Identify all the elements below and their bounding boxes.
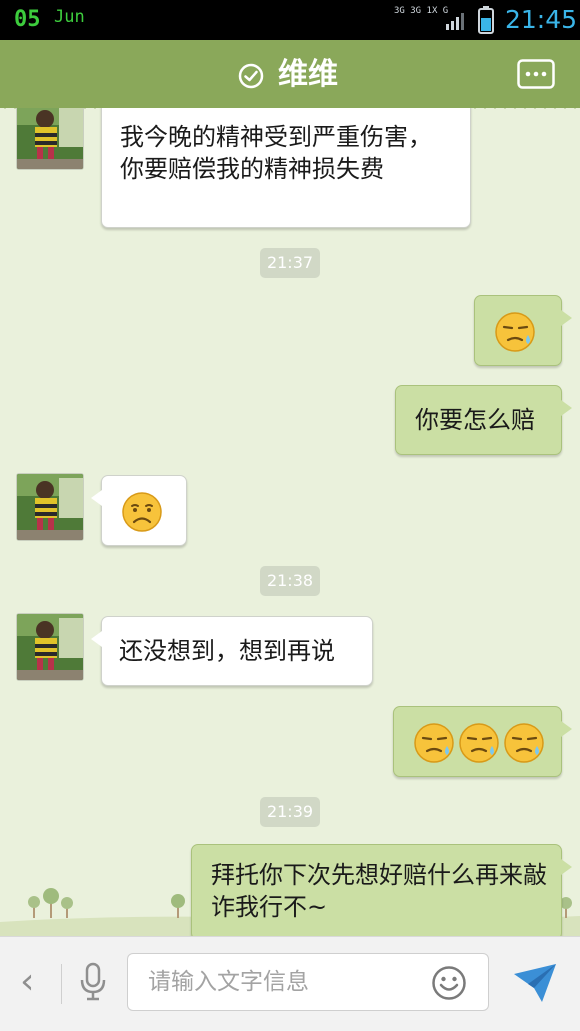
chevron-left-icon[interactable]: ‹ [20,962,34,1002]
message-bubble-incoming[interactable] [91,475,187,546]
sweat-cry-face-icon [459,723,499,763]
bubble-tail [561,859,572,875]
message-timestamp: 21:39 [260,797,320,827]
message-timestamp: 21:38 [260,566,320,596]
status-date: 05 [14,7,41,32]
message-timestamp: 21:37 [260,248,320,278]
message-bubble-outgoing[interactable] [474,295,572,366]
contact-avatar[interactable] [16,473,84,541]
avatar-photo [17,474,83,540]
status-month: Jun [54,7,85,27]
bubble-tail [561,310,572,326]
status-clock: 21:45 [505,5,578,34]
send-icon[interactable] [512,962,558,1004]
sweat-cry-face-icon [414,723,454,763]
message-text: 还没想到，想到再说 [119,637,335,665]
contact-avatar[interactable] [16,613,84,681]
sweat-cry-face-icon [504,723,544,763]
microphone-icon[interactable] [78,962,108,1002]
frown-face-icon [122,492,162,532]
bubble-tail [91,631,102,647]
network-label: 3G [394,6,405,16]
network-label: 3G [410,6,422,16]
message-bubble-outgoing[interactable] [393,706,572,777]
message-bubble-outgoing[interactable]: 拜托你下次先想好赔什么再来敲诈我行不~ [191,844,572,938]
message-bubble-incoming[interactable]: 我今晚的精神受到严重伤害，你要赔偿我的精神损失费 [101,108,471,228]
battery-icon [478,6,494,34]
more-dots-icon[interactable] [517,59,555,89]
message-bubble-outgoing[interactable]: 你要怎么赔 [395,385,572,455]
divider [61,964,62,1004]
message-text: 拜托你下次先想好赔什么再来敲诈我行不~ [211,861,547,921]
bubble-tail [91,490,102,506]
message-list[interactable]: 我今晚的精神受到严重伤害，你要赔偿我的精神损失费 21:37 你要怎么赔 21:… [0,108,580,938]
contact-avatar[interactable] [16,108,84,170]
signal-icon [446,13,464,30]
chat-title: 维维 [278,57,338,92]
message-bubble-incoming[interactable]: 还没想到，想到再说 [91,616,373,686]
status-bar: 05 Jun 3G 3G 1X G 21:45 [0,0,580,40]
avatar-photo [17,108,83,169]
avatar-photo [17,614,83,680]
smiley-icon[interactable] [431,965,467,1001]
message-text: 我今晚的精神受到严重伤害，你要赔偿我的精神损失费 [120,123,432,183]
network-label: 1X [426,6,438,16]
bubble-tail [561,400,572,416]
bubble-tail [561,721,572,737]
check-circle-icon [238,63,264,89]
message-text: 你要怎么赔 [415,406,535,434]
network-indicators: 3G 3G 1X G [394,6,448,16]
sweat-cry-face-icon [495,312,535,352]
